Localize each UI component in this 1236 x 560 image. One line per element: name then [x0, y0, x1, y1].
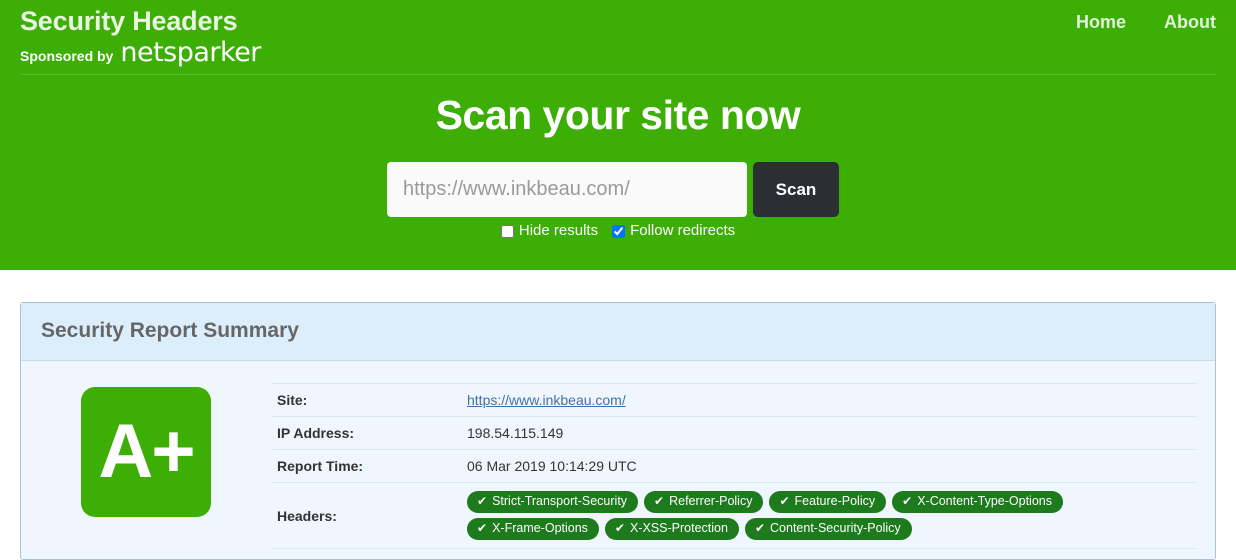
grade-letter: A+	[98, 409, 195, 494]
grade-badge: A+	[81, 387, 211, 517]
header-badge-label: X-XSS-Protection	[629, 521, 728, 535]
header-badge-label: Feature-Policy	[794, 494, 876, 508]
site-url-link[interactable]: https://www.inkbeau.com/	[467, 392, 626, 408]
header-badge: ✔ Feature-Policy	[769, 491, 887, 513]
header-badge: ✔ Referrer-Policy	[644, 491, 764, 513]
row-label-report-time: Report Time:	[271, 449, 461, 483]
nav-link-home[interactable]: Home	[1076, 10, 1126, 34]
row-label-ip-address: IP Address:	[271, 416, 461, 450]
scan-form: Scan	[387, 162, 839, 217]
header-badge: ✔ X-XSS-Protection	[604, 518, 739, 540]
option-hide-results[interactable]: Hide results	[500, 221, 598, 241]
check-icon: ✔	[477, 494, 488, 508]
table-row: Report Time: 06 Mar 2019 10:14:29 UTC	[271, 449, 1197, 483]
table-row: Headers: ✔ Strict-Transport-Security ✔ Refe…	[271, 482, 1197, 549]
header-badge: ✔ X-Frame-Options	[467, 518, 599, 540]
check-icon: ✔	[779, 494, 790, 508]
row-label-site: Site:	[271, 383, 461, 417]
header-badge-label: Strict-Transport-Security	[492, 494, 628, 508]
info-column: Site: https://www.inkbeau.com/ IP Addres…	[271, 383, 1215, 549]
netsparker-logo: netsparker	[120, 37, 261, 68]
option-follow-redirects[interactable]: Follow redirects	[612, 221, 735, 241]
headers-badge-list: ✔ Strict-Transport-Security ✔ Referrer-Poli…	[467, 491, 1087, 540]
sponsor-block: Sponsored by netsparker	[20, 37, 261, 68]
row-value-ip-address: 198.54.115.149	[461, 416, 1197, 450]
table-row: IP Address: 198.54.115.149	[271, 416, 1197, 450]
check-icon: ✔	[754, 521, 766, 535]
follow-redirects-label[interactable]: Follow redirects	[630, 221, 735, 241]
header-badge: ✔ Content-Security-Policy	[744, 518, 912, 540]
row-value-site: https://www.inkbeau.com/	[461, 383, 1197, 417]
header-divider	[20, 74, 1216, 75]
check-icon: ✔	[614, 521, 625, 535]
header-badge-label: Content-Security-Policy	[770, 521, 901, 535]
check-icon: ✔	[477, 521, 488, 535]
table-row: Site: https://www.inkbeau.com/	[271, 383, 1197, 417]
report-details-table: Site: https://www.inkbeau.com/ IP Addres…	[271, 383, 1197, 549]
check-icon: ✔	[654, 494, 665, 508]
header-badge: ✔ Strict-Transport-Security	[467, 491, 639, 513]
url-input[interactable]	[387, 162, 747, 217]
hero-heading: Scan your site now	[435, 92, 801, 138]
panel-header: Security Report Summary	[21, 303, 1215, 361]
nav-link-about[interactable]: About	[1164, 10, 1216, 34]
security-report-panel: Security Report Summary A+ Site: https:/…	[20, 302, 1216, 560]
panel-body: A+ Site: https://www.inkbeau.com/ IP Add…	[21, 361, 1215, 559]
scan-options: Hide results Follow redirects	[0, 221, 1236, 241]
hide-results-checkbox[interactable]	[500, 224, 514, 238]
grade-column: A+	[21, 383, 271, 549]
sponsored-by-label: Sponsored by	[20, 48, 114, 64]
hero-banner: Security Headers Sponsored by netsparker…	[0, 0, 1236, 270]
hide-results-label[interactable]: Hide results	[519, 221, 598, 241]
row-value-headers: ✔ Strict-Transport-Security ✔ Referrer-Poli…	[461, 482, 1197, 549]
scan-button[interactable]: Scan	[753, 162, 839, 217]
follow-redirects-checkbox[interactable]	[612, 224, 626, 238]
header-badge-label: Referrer-Policy	[669, 494, 753, 508]
brand-block: Security Headers Sponsored by netsparker	[20, 4, 261, 66]
brand-title: Security Headers	[20, 6, 238, 36]
header-badge: ✔ X-Content-Type-Options	[892, 491, 1063, 513]
top-navigation: Home About	[1076, 10, 1216, 34]
row-value-report-time: 06 Mar 2019 10:14:29 UTC	[461, 449, 1197, 483]
check-icon: ✔	[902, 494, 913, 508]
header-badge-label: X-Content-Type-Options	[917, 494, 1052, 508]
panel-title: Security Report Summary	[41, 319, 299, 342]
row-label-headers: Headers:	[271, 482, 461, 549]
header-badge-label: X-Frame-Options	[492, 521, 588, 535]
